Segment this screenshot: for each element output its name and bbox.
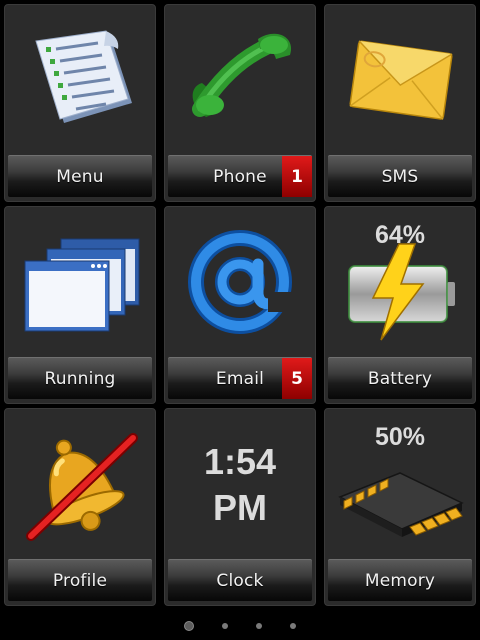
memory-label: Memory xyxy=(364,570,436,591)
phone-label-bar[interactable]: Phone 1 xyxy=(168,155,312,197)
at-sign-icon xyxy=(165,207,315,357)
page-dot-1[interactable] xyxy=(184,621,194,631)
battery-charging-icon xyxy=(325,207,475,357)
profile-label-bar[interactable]: Profile xyxy=(8,559,152,601)
battery-label-bar[interactable]: Battery xyxy=(328,357,472,399)
tile-grid: Menu Phone 1 SMS Running Email 5 64% Bat… xyxy=(4,4,476,606)
clock-label: Clock xyxy=(216,570,264,591)
sms-label-bar[interactable]: SMS xyxy=(328,155,472,197)
clock-ampm: PM xyxy=(213,487,267,528)
page-dot-4[interactable] xyxy=(290,623,296,629)
phone-label: Phone xyxy=(213,166,267,187)
clock-label-bar[interactable]: Clock xyxy=(168,559,312,601)
page-indicator[interactable] xyxy=(0,620,480,632)
running-label-bar[interactable]: Running xyxy=(8,357,152,399)
menu-label-bar[interactable]: Menu xyxy=(8,155,152,197)
sms-label: SMS xyxy=(381,166,419,187)
memory-label-bar[interactable]: Memory xyxy=(328,559,472,601)
email-tile[interactable]: Email 5 xyxy=(164,206,316,404)
memory-chip-icon xyxy=(325,409,475,559)
running-label: Running xyxy=(44,368,116,389)
phone-missed-count-badge: 1 xyxy=(282,156,312,197)
menu-label: Menu xyxy=(56,166,104,187)
battery-tile[interactable]: 64% Battery xyxy=(324,206,476,404)
envelope-icon xyxy=(325,5,475,155)
windows-stack-icon xyxy=(5,207,155,357)
profile-label: Profile xyxy=(52,570,108,591)
memory-tile[interactable]: 50% Memory xyxy=(324,408,476,606)
page-dot-3[interactable] xyxy=(256,623,262,629)
sms-tile[interactable]: SMS xyxy=(324,4,476,202)
document-list-icon xyxy=(5,5,155,155)
phone-handset-icon xyxy=(165,5,315,155)
menu-tile[interactable]: Menu xyxy=(4,4,156,202)
page-dot-2[interactable] xyxy=(222,623,228,629)
email-unread-count-badge: 5 xyxy=(282,358,312,399)
clock-tile[interactable]: 1:54 PM Clock xyxy=(164,408,316,606)
battery-label: Battery xyxy=(367,368,433,389)
clock-time: 1:54 xyxy=(203,441,277,482)
clock-display: 1:54 PM xyxy=(165,439,315,531)
bell-muted-icon xyxy=(5,409,155,559)
running-tile[interactable]: Running xyxy=(4,206,156,404)
email-label: Email xyxy=(215,368,265,389)
phone-tile[interactable]: Phone 1 xyxy=(164,4,316,202)
email-label-bar[interactable]: Email 5 xyxy=(168,357,312,399)
profile-tile[interactable]: Profile xyxy=(4,408,156,606)
